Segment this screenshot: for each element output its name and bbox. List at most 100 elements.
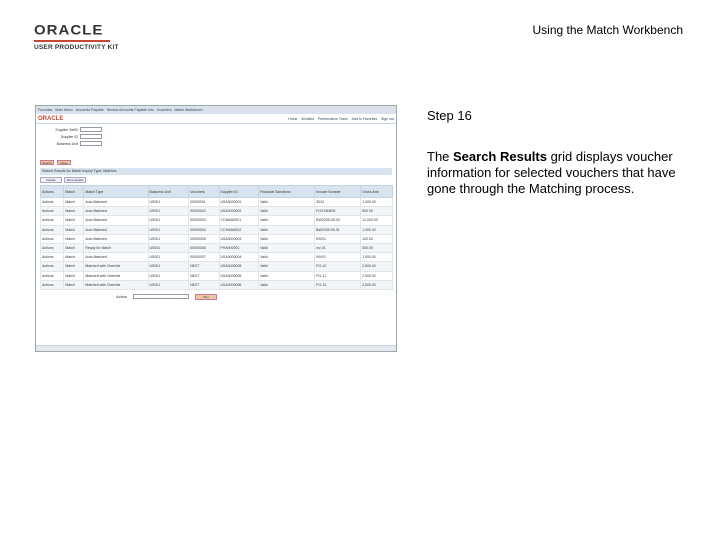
grid-tabs: Details More Details [36, 175, 396, 185]
tab-more-details: More Details [64, 177, 86, 183]
table-cell: Valid [258, 233, 316, 244]
grid-header-row: Actions Match Match Type Business Unit Vouch… [39, 185, 393, 198]
table-cell: Valid [258, 206, 316, 217]
table-cell: 1,000.00 [360, 224, 393, 235]
table-cell: Auto Matched [83, 196, 149, 208]
table-cell: 00000006 [188, 242, 220, 254]
table-cell: 00000003 [188, 215, 220, 226]
action-label: Action [116, 294, 128, 300]
table-cell: US001 [147, 270, 190, 281]
form-row: Business Unit [40, 140, 392, 147]
table-cell: Actions [39, 279, 65, 290]
page-title: Using the Match Workbench [532, 23, 683, 37]
mini-oracle-logo: ORACLE [38, 115, 64, 122]
table-cell: Match [63, 270, 85, 281]
table-cell: USA0000002 [218, 206, 260, 217]
table-cell: PHA000001 [218, 242, 260, 254]
top-link: Performance Trace [317, 116, 348, 121]
table-cell: US001 [147, 215, 190, 226]
table-row: Actions Match Matched with Override US001 NE… [39, 279, 393, 290]
table-row: Actions Match Auto Matched US001 00000004 CCM… [39, 224, 393, 235]
field-label: Business Unit [56, 141, 78, 146]
table-cell: Matched with Override [83, 279, 149, 290]
grid-column-header: Vouchers [188, 185, 220, 198]
table-cell: 00000001 [188, 196, 220, 208]
table-cell: Match [63, 242, 85, 254]
table-cell: Match [63, 233, 85, 244]
clear-button-thumb: Clear [57, 159, 71, 165]
table-cell: INV01 [314, 252, 362, 263]
table-cell: 00000002 [188, 206, 220, 217]
table-cell: Actions [39, 224, 65, 235]
table-cell: INV01 [314, 233, 362, 244]
table-cell: USA0000003 [218, 233, 260, 244]
table-cell: Actions [39, 252, 65, 263]
app-topbar: ORACLE Home Worklist Performance Trace A… [36, 114, 396, 124]
table-cell: Match [63, 206, 85, 217]
action-row: Action Run [116, 293, 396, 300]
table-cell: Actions [39, 206, 65, 217]
table-cell: inv-01 [314, 242, 362, 254]
table-row: Actions Match Auto Matched US001 00000003 CCM… [39, 215, 393, 226]
table-cell: 100.00 [360, 233, 393, 244]
oracle-upk-logo: ORACLE USER PRODUCTIVITY KIT [34, 22, 124, 51]
table-cell: Auto Matched [83, 252, 149, 263]
table-cell: US001 [147, 252, 190, 263]
table-cell: USA0000004 [218, 252, 260, 263]
table-cell: Valid [258, 279, 316, 290]
table-cell: PO-10 [314, 261, 362, 272]
form-buttons: Search Clear [36, 158, 396, 166]
breadcrumb-nav: Favorites Main Menu Accounts Payable Rev… [36, 106, 396, 114]
table-cell: BW2005-05-30 [314, 215, 362, 226]
table-cell: US001 [147, 224, 190, 235]
search-criteria-form: Supplier SetID Supplier ID Business Unit [36, 124, 396, 158]
application-screenshot: Favorites Main Menu Accounts Payable Rev… [35, 105, 397, 352]
table-cell: CCMAN0002 [218, 224, 260, 235]
table-cell: Valid [258, 242, 316, 254]
field-label: Supplier ID [60, 134, 78, 139]
grid-column-header: Gross Amt [360, 185, 393, 198]
table-cell: Auto Matched [83, 233, 149, 244]
grid-column-header: Supplier ID [218, 185, 260, 198]
table-cell: Match [63, 252, 85, 263]
table-cell: US001 [147, 233, 190, 244]
grid-column-header: Actions [39, 185, 65, 198]
table-cell: Valid [258, 252, 316, 263]
table-cell: Actions [39, 215, 65, 226]
nav-item: Match Workbench [174, 108, 203, 112]
table-cell: US001 [147, 242, 190, 254]
table-row: Actions Match Auto Matched US001 00000001 USA… [39, 196, 393, 208]
table-cell: 00000004 [188, 224, 220, 235]
table-cell: 500.00 [360, 242, 393, 254]
table-cell: Auto Matched [83, 206, 149, 217]
table-cell: 3024 [314, 196, 362, 208]
table-cell: 12,000.00 [360, 215, 393, 226]
table-cell: 00000007 [188, 252, 220, 263]
grid-column-header: Match [63, 185, 85, 198]
grid-column-header: Business Unit [147, 185, 190, 198]
top-link: Add to Favorites [351, 116, 378, 121]
top-link: Worklist [301, 116, 314, 121]
grid-column-header: Match Type [83, 185, 149, 198]
table-cell: Auto Matched [83, 224, 149, 235]
field-box [80, 134, 102, 139]
table-cell: BW2005-05-31 [314, 224, 362, 235]
table-cell: US001 [147, 279, 190, 290]
table-cell: USA0000005 [218, 261, 260, 272]
table-row: Actions Match Auto Matched US001 00000002 USA… [39, 206, 393, 217]
table-cell: Auto Matched [83, 215, 149, 226]
search-results-header: Search Results for Match Inquiry Type: M… [40, 168, 392, 175]
search-results-grid: Actions Match Match Type Business Unit Vouch… [39, 185, 393, 290]
logo-underline [34, 40, 110, 42]
table-cell: Actions [39, 233, 65, 244]
nav-item: Favorites [38, 108, 53, 112]
table-cell: 500.00 [360, 206, 393, 217]
table-cell: Match [63, 261, 85, 272]
table-cell: FOX15NEW [314, 206, 362, 217]
form-row: Supplier ID [40, 133, 392, 140]
table-row: Actions Match Matched with Override US001 NE… [39, 270, 393, 281]
table-cell: Valid [258, 196, 316, 208]
table-cell: Actions [39, 270, 65, 281]
nav-item: Vouchers [156, 108, 172, 112]
table-row: Actions Match Auto Matched US001 00000005 USA… [39, 233, 393, 244]
